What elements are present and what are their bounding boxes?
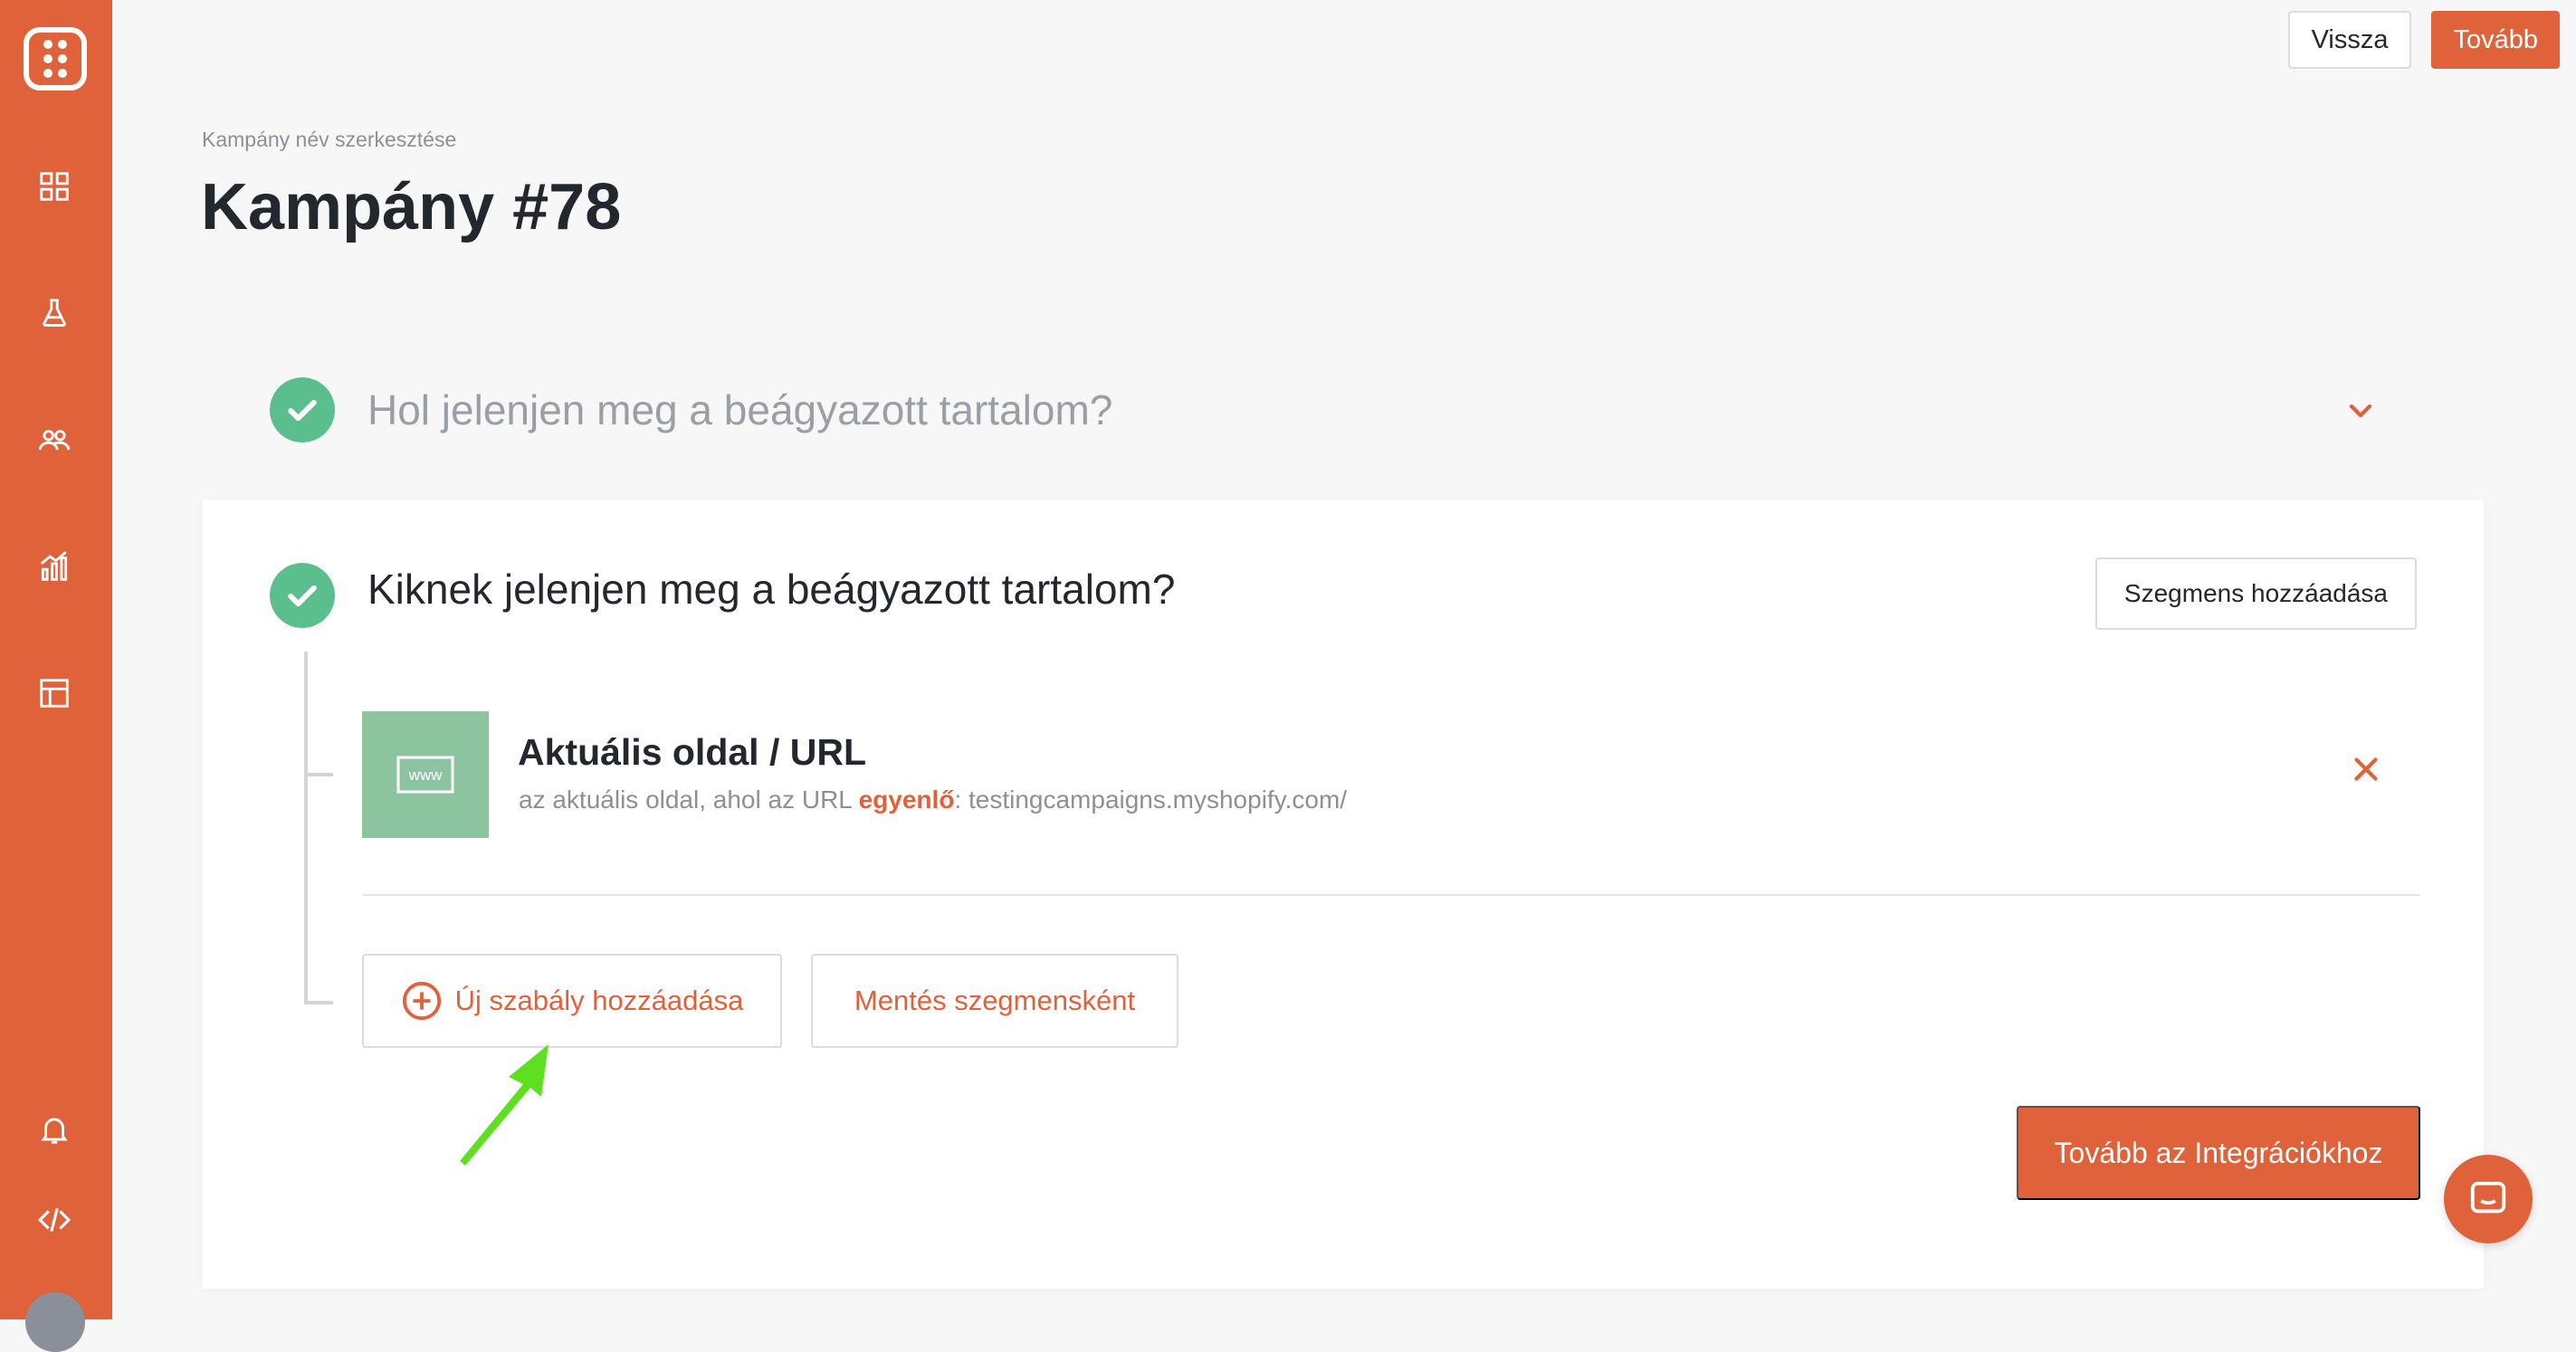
tree-branch xyxy=(304,1001,333,1004)
page-title: Kampány #78 xyxy=(201,171,622,243)
next-button[interactable]: Tovább xyxy=(2431,11,2560,69)
close-icon[interactable] xyxy=(2350,753,2382,785)
chat-support-icon[interactable] xyxy=(2444,1155,2533,1243)
tree-line xyxy=(304,652,308,1004)
check-icon xyxy=(270,563,335,628)
experiments-icon[interactable] xyxy=(36,295,72,331)
tree-branch xyxy=(304,773,333,776)
add-rule-button[interactable]: Új szabály hozzáadása xyxy=(362,954,782,1048)
code-icon[interactable] xyxy=(36,1202,72,1238)
layout-icon[interactable] xyxy=(36,675,72,711)
next-to-integrations-button[interactable]: Tovább az Integrációkhoz xyxy=(2017,1106,2420,1200)
avatar[interactable] xyxy=(25,1292,85,1352)
add-rule-label: Új szabály hozzáadása xyxy=(454,985,744,1016)
plus-circle-icon xyxy=(402,981,441,1021)
section-who-title: Kiknek jelenjen meg a beágyazott tartalo… xyxy=(367,566,1176,613)
breadcrumb[interactable]: Kampány név szerkesztése xyxy=(202,128,456,152)
sidebar xyxy=(0,0,112,1352)
dashboard-icon[interactable] xyxy=(36,168,72,205)
section-who-card: Kiknek jelenjen meg a beágyazott tartalo… xyxy=(203,500,2484,1289)
top-actions: Vissza Tovább xyxy=(2287,11,2560,69)
svg-text:www: www xyxy=(408,766,444,784)
bell-icon[interactable] xyxy=(36,1111,72,1147)
audience-icon[interactable] xyxy=(36,422,72,458)
rule-description: az aktuális oldal, ahol az URL egyenlő: … xyxy=(519,785,1347,814)
rule-desc-prefix: az aktuális oldal, ahol az URL xyxy=(519,785,859,814)
add-segment-button[interactable]: Szegmens hozzáadása xyxy=(2094,557,2417,630)
section-where[interactable]: Hol jelenjen meg a beágyazott tartalom? xyxy=(203,344,2484,480)
annotation-arrow-icon xyxy=(460,1044,549,1166)
rule-value: : testingcampaigns.myshopify.com/ xyxy=(954,785,1348,814)
rule-title: Aktuális oldal / URL xyxy=(518,731,866,773)
check-icon xyxy=(270,377,335,443)
www-icon: www xyxy=(362,711,489,838)
chevron-down-icon[interactable] xyxy=(2342,393,2379,429)
divider xyxy=(363,894,2420,896)
section-where-title: Hol jelenjen meg a beágyazott tartalom? xyxy=(367,386,1113,433)
analytics-icon[interactable] xyxy=(36,548,72,585)
logo-icon[interactable] xyxy=(24,27,87,90)
rule-operator: egyenlő xyxy=(858,785,955,814)
save-as-segment-button[interactable]: Mentés szegmensként xyxy=(811,954,1178,1048)
back-button[interactable]: Vissza xyxy=(2287,11,2412,69)
